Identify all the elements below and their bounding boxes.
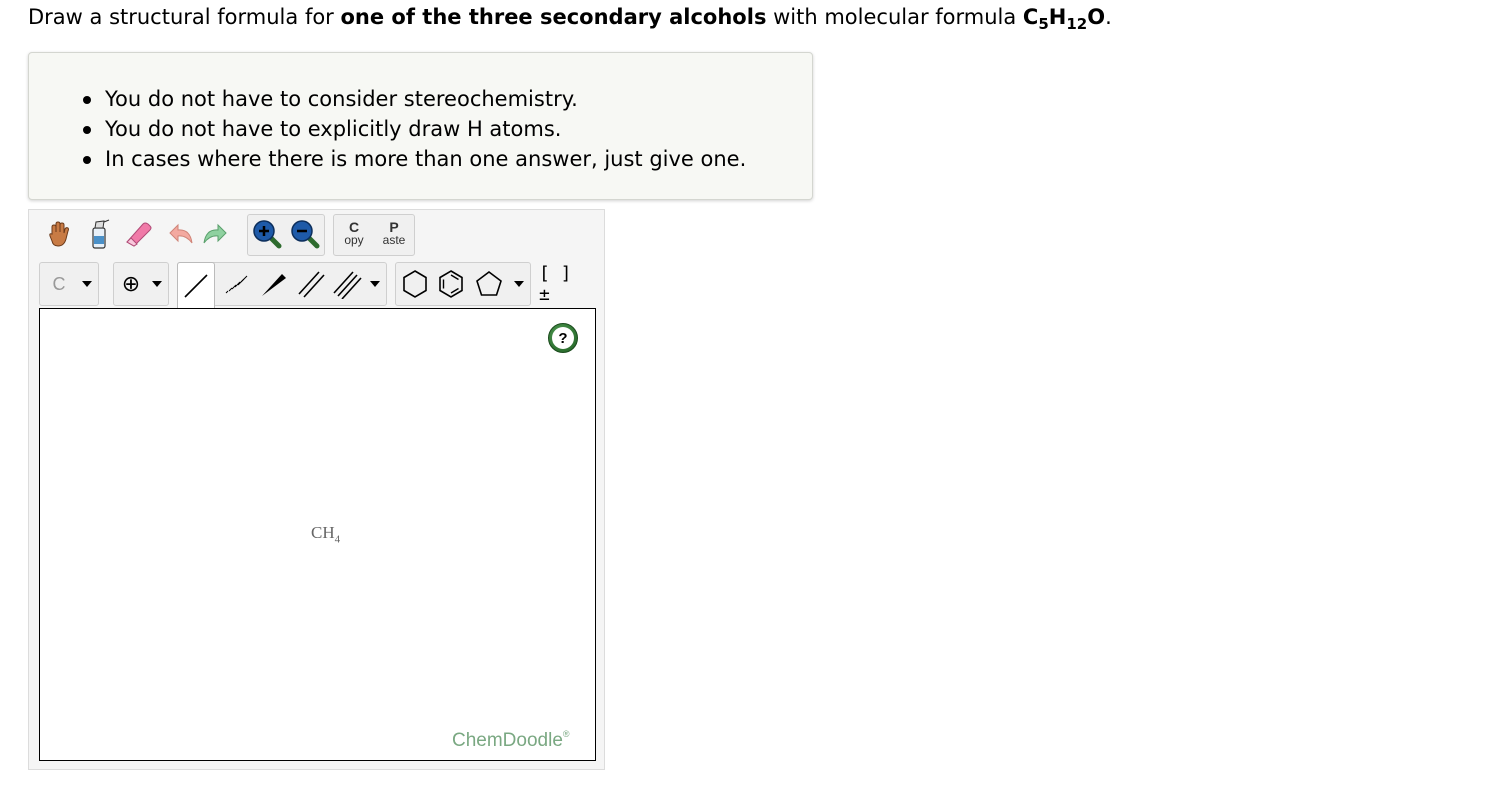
zoom-out-icon[interactable] (287, 216, 323, 252)
help-button[interactable]: ? (548, 323, 578, 353)
wedge-bond-icon[interactable] (255, 264, 291, 304)
triple-bond-icon[interactable] (329, 264, 365, 304)
molecule-ch4[interactable]: CH4 (311, 523, 340, 545)
help-icon: ? (552, 327, 574, 349)
question-prefix: Draw a structural formula for (28, 5, 341, 29)
question-emphasis: one of the three secondary alcohols (340, 5, 767, 29)
pan-hand-icon[interactable] (41, 216, 77, 252)
copy-button[interactable]: C opy (335, 216, 373, 252)
hint-item: You do not have to explicitly draw H ato… (81, 114, 746, 144)
hints-box: You do not have to consider stereochemis… (28, 52, 813, 200)
atom-dropdown-icon[interactable] (77, 264, 97, 304)
hints-list: You do not have to consider stereochemis… (81, 84, 746, 174)
benzene-icon[interactable] (433, 264, 469, 304)
single-bond-icon[interactable] (177, 262, 215, 308)
zoom-in-icon[interactable] (249, 216, 285, 252)
molecular-formula: C5H12O (1022, 5, 1106, 33)
bracket-charge-button[interactable]: [ ]± (539, 263, 579, 305)
charge-dropdown-icon[interactable] (147, 264, 167, 304)
undo-icon[interactable] (163, 216, 197, 252)
redo-icon[interactable] (199, 216, 233, 252)
drawing-canvas[interactable]: ? CH4 ChemDoodle® (39, 308, 596, 761)
clear-bottle-icon[interactable] (81, 216, 117, 252)
cyclohexane-icon[interactable] (397, 264, 433, 304)
charge-plus-icon[interactable]: ⊕ (115, 264, 147, 304)
hint-item: In cases where there is more than one an… (81, 144, 746, 174)
paste-label-bottom: aste (382, 233, 406, 247)
paste-button[interactable]: P aste (375, 216, 413, 252)
double-bond-icon[interactable] (293, 264, 329, 304)
cyclopentane-icon[interactable] (471, 264, 507, 304)
eraser-icon[interactable] (121, 216, 157, 252)
question-suffix: . (1105, 5, 1112, 29)
ring-dropdown-icon[interactable] (509, 264, 529, 304)
question-middle: with molecular formula (766, 5, 1023, 29)
hint-item: You do not have to consider stereochemis… (81, 84, 746, 114)
bond-dropdown-icon[interactable] (365, 264, 385, 304)
atom-carbon-button[interactable]: C (41, 264, 77, 304)
copy-label-bottom: opy (344, 233, 364, 247)
question-text: Draw a structural formula for one of the… (28, 3, 1112, 33)
chemdoodle-editor: C opy P aste C ⊕ []± ? CH4 ChemDoodle® (28, 209, 605, 770)
chemdoodle-logo: ChemDoodle® (452, 729, 570, 751)
hashed-wedge-bond-icon[interactable] (217, 264, 253, 304)
